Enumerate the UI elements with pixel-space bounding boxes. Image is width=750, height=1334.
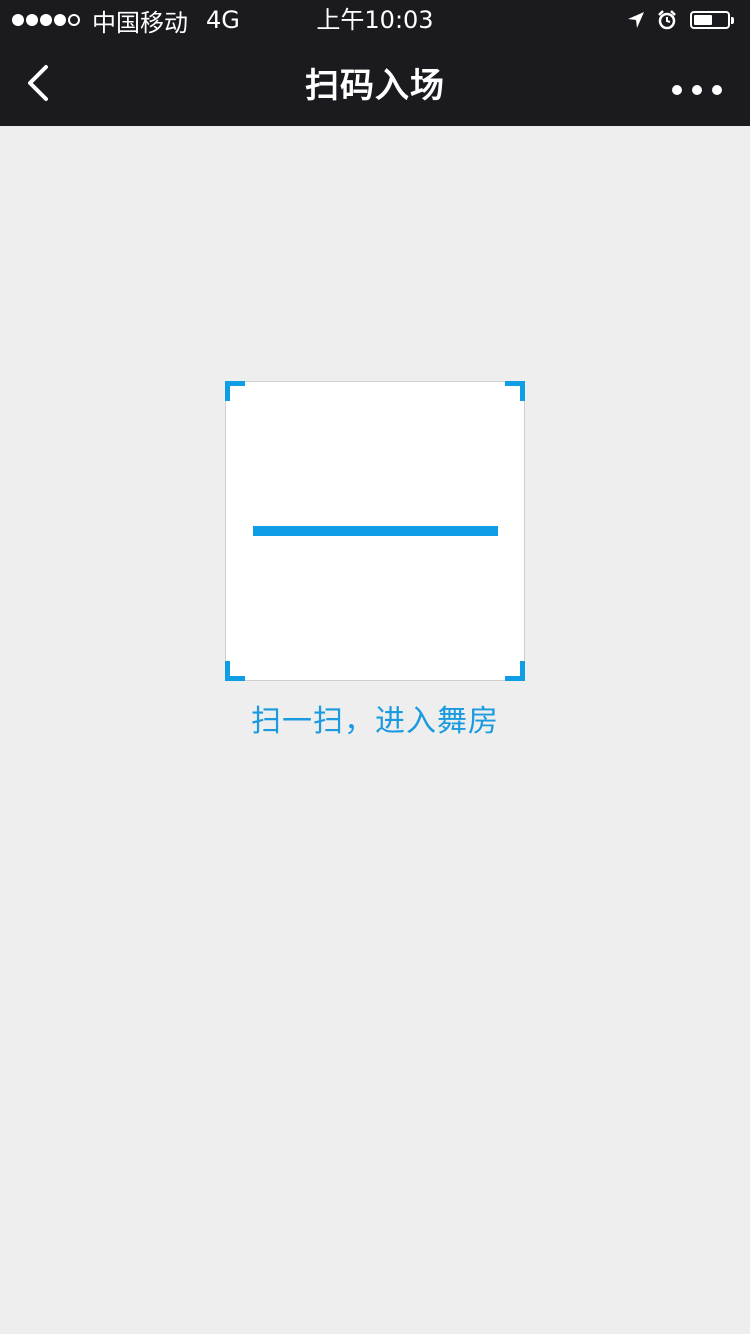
more-dot (712, 85, 722, 95)
scan-corner-bottom-left (225, 661, 245, 681)
more-dot (672, 85, 682, 95)
scan-frame[interactable] (225, 381, 525, 681)
battery-cap (731, 16, 734, 24)
status-bar: 中国移动 4G 上午10:03 (0, 0, 750, 40)
more-dot (692, 85, 702, 95)
scan-corner-top-right (505, 381, 525, 401)
battery-icon (690, 11, 730, 29)
location-arrow-icon (626, 10, 646, 30)
scan-hint: 扫一扫，进入舞房 (251, 704, 499, 739)
scan-corner-top-left (225, 381, 245, 401)
page-title: 扫码入场 (305, 66, 445, 106)
scan-line (253, 526, 498, 536)
status-right (616, 0, 734, 40)
battery-fill (694, 15, 712, 25)
nav-bar: 扫码入场 (0, 40, 750, 126)
more-button[interactable] (672, 70, 722, 110)
scan-corner-bottom-right (505, 661, 525, 681)
alarm-clock-icon (656, 9, 678, 31)
